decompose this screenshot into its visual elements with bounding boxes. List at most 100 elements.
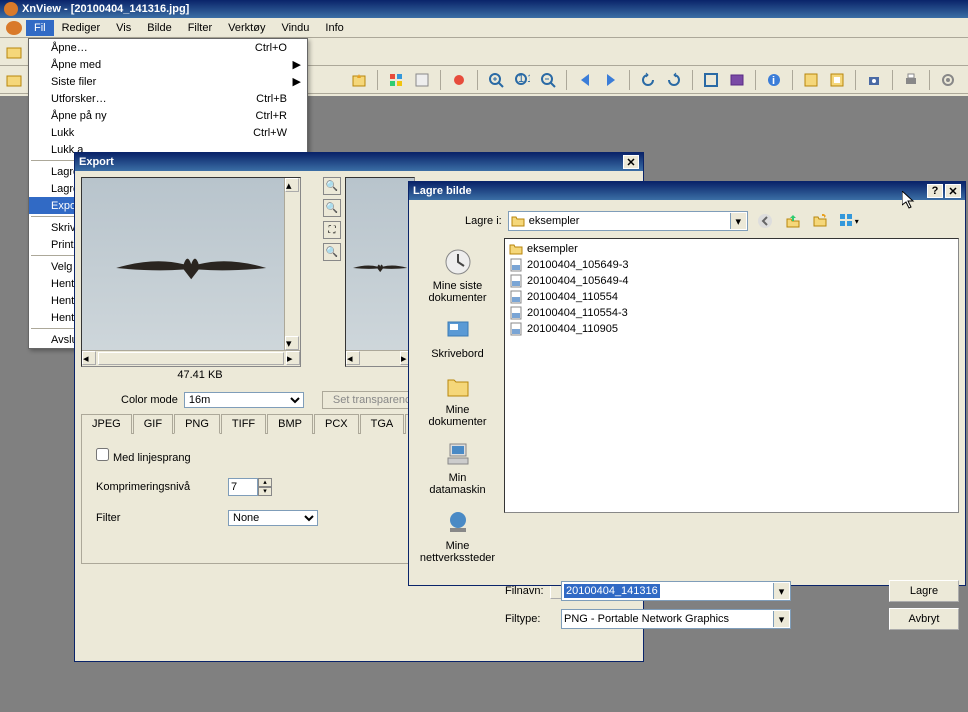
- tb-zoom-actual-icon[interactable]: 1:1: [510, 68, 534, 92]
- save-dialog: Lagre bilde ? ✕ Lagre i: eksempler ▾ ▾ M…: [408, 181, 966, 586]
- file-icon: [509, 274, 523, 288]
- tb-zoom-out-icon[interactable]: [536, 68, 560, 92]
- chevron-down-icon[interactable]: ▾: [773, 611, 789, 627]
- places-bar: Mine siste dokumenter Skrivebord Mine do…: [415, 238, 500, 572]
- preview-left[interactable]: ▴▾ ◂▸: [81, 177, 301, 367]
- tab-gif[interactable]: GIF: [133, 414, 173, 434]
- list-item[interactable]: 20100404_105649-4: [507, 273, 956, 289]
- tb-next-icon[interactable]: [599, 68, 623, 92]
- tb-tag-icon[interactable]: [447, 68, 471, 92]
- scroll-v[interactable]: ▴▾: [284, 178, 300, 350]
- tab-tga[interactable]: TGA: [360, 414, 405, 434]
- tb-scan-icon[interactable]: [862, 68, 886, 92]
- menu-vis[interactable]: Vis: [108, 20, 139, 36]
- save-close-icon[interactable]: ✕: [945, 184, 961, 198]
- tb-browse-icon[interactable]: [2, 40, 26, 64]
- menu-rediger[interactable]: Rediger: [54, 20, 109, 36]
- place-recent[interactable]: Mine siste dokumenter: [418, 242, 498, 308]
- zoom-in-icon[interactable]: 🔍: [323, 177, 341, 195]
- lookin-combo[interactable]: eksempler ▾: [508, 211, 748, 231]
- folder-icon: [509, 242, 523, 256]
- compression-input[interactable]: [228, 478, 258, 496]
- view-menu-icon[interactable]: ▾: [838, 210, 860, 232]
- menu-bilde[interactable]: Bilde: [139, 20, 179, 36]
- folder-icon: [511, 214, 525, 228]
- menu-open[interactable]: Åpne…Ctrl+O: [29, 39, 307, 56]
- tb-rotate-left-icon[interactable]: [636, 68, 660, 92]
- tb-fit-icon[interactable]: [799, 68, 823, 92]
- menu-verktoy[interactable]: Verktøy: [220, 20, 273, 36]
- tb-resize-icon[interactable]: [825, 68, 849, 92]
- color-mode-select[interactable]: 16m: [184, 392, 304, 408]
- interlaced-checkbox[interactable]: [96, 448, 109, 461]
- list-item[interactable]: 20100404_110905: [507, 321, 956, 337]
- compression-spinner[interactable]: ▴▾: [228, 478, 272, 496]
- zoom-fit-icon[interactable]: ⛶: [323, 221, 341, 239]
- export-close-icon[interactable]: ✕: [623, 155, 639, 169]
- window-title: XnView - [20100404_141316.jpg]: [22, 3, 189, 15]
- file-icon: [509, 306, 523, 320]
- list-item[interactable]: 20100404_110554-3: [507, 305, 956, 321]
- tb-open-icon[interactable]: [2, 68, 26, 92]
- spinner-up-icon[interactable]: ▴: [258, 478, 272, 487]
- list-item[interactable]: 20100404_105649-3: [507, 257, 956, 273]
- chevron-down-icon[interactable]: ▾: [773, 583, 789, 599]
- tb-print-icon[interactable]: [899, 68, 923, 92]
- filetype-combo[interactable]: PNG - Portable Network Graphics▾: [561, 609, 791, 629]
- tab-png[interactable]: PNG: [174, 414, 220, 434]
- tb-slideshow-icon[interactable]: [725, 68, 749, 92]
- save-title: Lagre bilde: [413, 185, 472, 197]
- export-title-bar[interactable]: Export ✕: [75, 153, 643, 171]
- place-desktop[interactable]: Skrivebord: [418, 310, 498, 364]
- menu-recent[interactable]: Siste filer▶: [29, 73, 307, 90]
- file-icon: [509, 322, 523, 336]
- tb-fullscreen-icon[interactable]: [699, 68, 723, 92]
- menu-info[interactable]: Info: [317, 20, 351, 36]
- menu-explorer[interactable]: Utforsker…Ctrl+B: [29, 90, 307, 107]
- title-bar[interactable]: XnView - [20100404_141316.jpg]: [0, 0, 968, 18]
- chevron-down-icon[interactable]: ▾: [730, 213, 746, 229]
- tb-image-icon[interactable]: [410, 68, 434, 92]
- svg-text:1:1: 1:1: [518, 73, 530, 85]
- file-list[interactable]: eksempler 20100404_105649-3 20100404_105…: [504, 238, 959, 513]
- tb-prev-icon[interactable]: [573, 68, 597, 92]
- list-item[interactable]: 20100404_110554: [507, 289, 956, 305]
- tab-bmp[interactable]: BMP: [267, 414, 313, 434]
- menu-vindu[interactable]: Vindu: [273, 20, 317, 36]
- scroll-h[interactable]: ◂▸: [82, 350, 300, 366]
- filter-select[interactable]: None: [228, 510, 318, 526]
- tb-zoom-in-icon[interactable]: [484, 68, 508, 92]
- menu-reopen[interactable]: Åpne på nyCtrl+R: [29, 107, 307, 124]
- preview-right[interactable]: ◂▸: [345, 177, 415, 367]
- place-documents[interactable]: Mine dokumenter: [418, 366, 498, 432]
- menu-filter[interactable]: Filter: [180, 20, 220, 36]
- place-network[interactable]: Mine nettverkssteder: [418, 502, 498, 568]
- tab-tiff[interactable]: TIFF: [221, 414, 266, 434]
- cancel-button[interactable]: Avbryt: [889, 608, 959, 630]
- new-folder-icon[interactable]: [810, 210, 832, 232]
- place-computer[interactable]: Min datamaskin: [418, 434, 498, 500]
- menu-open-with[interactable]: Åpne med▶: [29, 56, 307, 73]
- tb-settings-icon[interactable]: [936, 68, 960, 92]
- up-icon[interactable]: [782, 210, 804, 232]
- tab-jpeg[interactable]: JPEG: [81, 414, 132, 434]
- export-title: Export: [79, 156, 114, 168]
- menu-fil[interactable]: Fil: [26, 20, 54, 36]
- tb-info-icon[interactable]: i: [762, 68, 786, 92]
- list-item[interactable]: eksempler: [507, 241, 956, 257]
- save-title-bar[interactable]: Lagre bilde ? ✕: [409, 182, 965, 200]
- filename-label: Filnavn:: [505, 585, 555, 597]
- scroll-h-2[interactable]: ◂▸: [346, 350, 414, 366]
- spinner-down-icon[interactable]: ▾: [258, 487, 272, 496]
- zoom-100-icon[interactable]: 🔍: [323, 243, 341, 261]
- tb-rotate-right-icon[interactable]: [662, 68, 686, 92]
- filename-combo[interactable]: 20100404_141316▾: [561, 581, 791, 601]
- tab-pcx[interactable]: PCX: [314, 414, 359, 434]
- menu-close[interactable]: LukkCtrl+W: [29, 124, 307, 141]
- save-help-icon[interactable]: ?: [927, 184, 943, 198]
- tb-palette-icon[interactable]: [384, 68, 408, 92]
- save-button[interactable]: Lagre: [889, 580, 959, 602]
- tb-favorites-icon[interactable]: [347, 68, 371, 92]
- zoom-out-icon[interactable]: 🔍: [323, 199, 341, 217]
- back-icon[interactable]: [754, 210, 776, 232]
